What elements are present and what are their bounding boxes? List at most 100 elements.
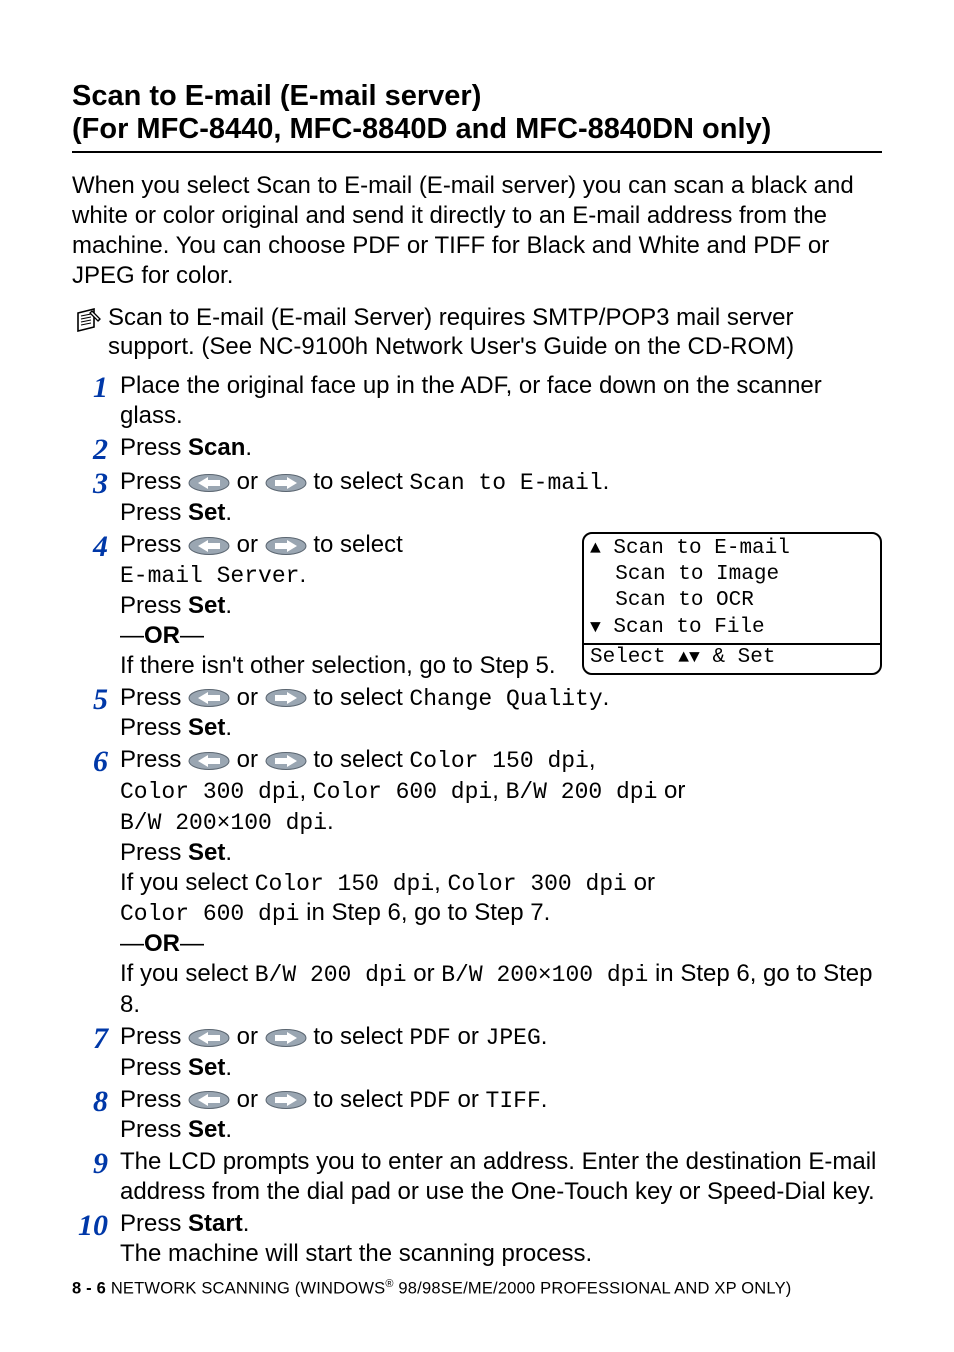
text: Press xyxy=(120,839,188,866)
set-key-label: Set xyxy=(188,1054,225,1081)
note-text: Scan to E-mail (E-mail Server) requires … xyxy=(108,303,882,362)
text: If there isn't other selection, go to St… xyxy=(120,652,556,679)
text: . xyxy=(603,468,610,495)
or-label: OR xyxy=(144,622,180,649)
menu-option: Color 150 dpi xyxy=(255,871,434,897)
text: . xyxy=(299,561,306,588)
text: If you select xyxy=(120,869,255,896)
menu-option: E-mail Server xyxy=(120,563,299,589)
text: Press xyxy=(120,1054,188,1081)
nav-left-icon xyxy=(188,689,230,707)
step-body: Press or to select Change Quality. Press… xyxy=(120,683,882,744)
nav-right-icon xyxy=(265,689,307,707)
step-number: 8 xyxy=(72,1085,120,1117)
footer-section-b: 98/98SE/ME/2000 PROFESSIONAL AND XP ONLY… xyxy=(394,1279,792,1297)
text: Press xyxy=(120,746,188,773)
note-icon xyxy=(72,303,108,342)
step-number: 3 xyxy=(72,467,120,499)
nav-right-icon xyxy=(265,1091,307,1109)
lcd-display: ▲ Scan to E-mail Scan to Image Scan to O… xyxy=(582,532,882,675)
step-1: 1 Place the original face up in the ADF,… xyxy=(72,371,882,431)
step-body: Press or to select PDF or JPEG. Press Se… xyxy=(120,1022,882,1083)
text: Press xyxy=(120,1210,188,1237)
text: . xyxy=(541,1086,548,1113)
nav-left-icon xyxy=(188,1091,230,1109)
text: — xyxy=(120,622,144,649)
step-body: Press or to select Scan to E-mail. Press… xyxy=(120,467,882,528)
text: to select xyxy=(307,746,410,773)
set-key-label: Set xyxy=(188,839,225,866)
text: — xyxy=(180,930,204,957)
text: Press xyxy=(120,1116,188,1143)
page-footer: 8 - 6 NETWORK SCANNING (WINDOWS® 98/98SE… xyxy=(72,1278,791,1299)
nav-left-icon xyxy=(188,474,230,492)
registered-mark: ® xyxy=(385,1278,393,1290)
text: to select xyxy=(307,468,410,495)
text: . xyxy=(541,1023,548,1050)
menu-option: B/W 200 dpi xyxy=(506,779,658,805)
text: or xyxy=(627,869,655,896)
down-arrow-icon: ▼ xyxy=(590,617,601,640)
step-number: 2 xyxy=(72,433,120,465)
text: or xyxy=(407,960,442,987)
text: or xyxy=(230,468,265,495)
menu-option: B/W 200×100 dpi xyxy=(120,810,327,836)
step-number: 7 xyxy=(72,1022,120,1054)
menu-option: Color 600 dpi xyxy=(120,901,299,927)
text: or xyxy=(230,1086,265,1113)
nav-left-icon xyxy=(188,1029,230,1047)
up-arrow-icon: ▲ xyxy=(678,647,689,670)
text: Press xyxy=(120,1023,188,1050)
text: to select xyxy=(307,1086,410,1113)
text: , xyxy=(589,746,596,773)
lcd-row: ▼ Scan to File xyxy=(590,615,874,641)
or-label: OR xyxy=(144,930,180,957)
nav-right-icon xyxy=(265,474,307,492)
menu-option: PDF xyxy=(409,1025,450,1051)
step-9: 9 The LCD prompts you to enter an addres… xyxy=(72,1147,882,1207)
menu-option: B/W 200 dpi xyxy=(255,962,407,988)
text: or xyxy=(451,1086,486,1113)
text: . xyxy=(225,1054,232,1081)
step-body: Place the original face up in the ADF, o… xyxy=(120,371,882,431)
page-number: 8 - 6 xyxy=(72,1279,106,1297)
text: or xyxy=(657,777,685,804)
text: to select xyxy=(307,684,410,711)
menu-option: Color 150 dpi xyxy=(409,748,588,774)
step-5: 5 Press or to select Change Quality. Pre… xyxy=(72,683,882,744)
text: Press xyxy=(120,592,188,619)
step-number: 1 xyxy=(72,371,120,403)
heading-line-2: (For MFC-8440, MFC-8840D and MFC-8840DN … xyxy=(72,113,771,145)
menu-option: Color 300 dpi xyxy=(448,871,627,897)
step-body: Press or to select PDF or TIFF. Press Se… xyxy=(120,1085,882,1146)
text: , xyxy=(299,777,312,804)
step-number: 9 xyxy=(72,1147,120,1179)
text: . xyxy=(243,1210,250,1237)
step-7: 7 Press or to select PDF or JPEG. Press … xyxy=(72,1022,882,1083)
text: in Step 6, go to Step 7. xyxy=(299,899,550,926)
steps-list: 1 Place the original face up in the ADF,… xyxy=(72,371,882,1269)
text: or xyxy=(451,1023,486,1050)
lcd-row: ▲ Scan to E-mail xyxy=(590,536,874,562)
text: & Set xyxy=(700,646,776,669)
text: Press xyxy=(120,684,188,711)
lcd-option: Scan to E-mail xyxy=(613,537,789,560)
text: or xyxy=(230,684,265,711)
nav-right-icon xyxy=(265,1029,307,1047)
text: to select xyxy=(307,1023,410,1050)
step-6: 6 Press or to select Color 150 dpi, Colo… xyxy=(72,745,882,1020)
text: or xyxy=(230,1023,265,1050)
text: . xyxy=(603,684,610,711)
step-2: 2 Press Scan. xyxy=(72,433,882,465)
nav-left-icon xyxy=(188,752,230,770)
nav-right-icon xyxy=(265,537,307,555)
section-heading: Scan to E-mail (E-mail server) (For MFC-… xyxy=(72,80,882,153)
set-key-label: Set xyxy=(188,499,225,526)
lcd-option: Scan to File xyxy=(613,616,764,639)
text: If you select xyxy=(120,960,255,987)
step-8: 8 Press or to select PDF or TIFF. Press … xyxy=(72,1085,882,1146)
text: . xyxy=(225,592,232,619)
menu-option: Change Quality xyxy=(409,686,602,712)
note-block: Scan to E-mail (E-mail Server) requires … xyxy=(72,303,882,362)
nav-right-icon xyxy=(265,752,307,770)
